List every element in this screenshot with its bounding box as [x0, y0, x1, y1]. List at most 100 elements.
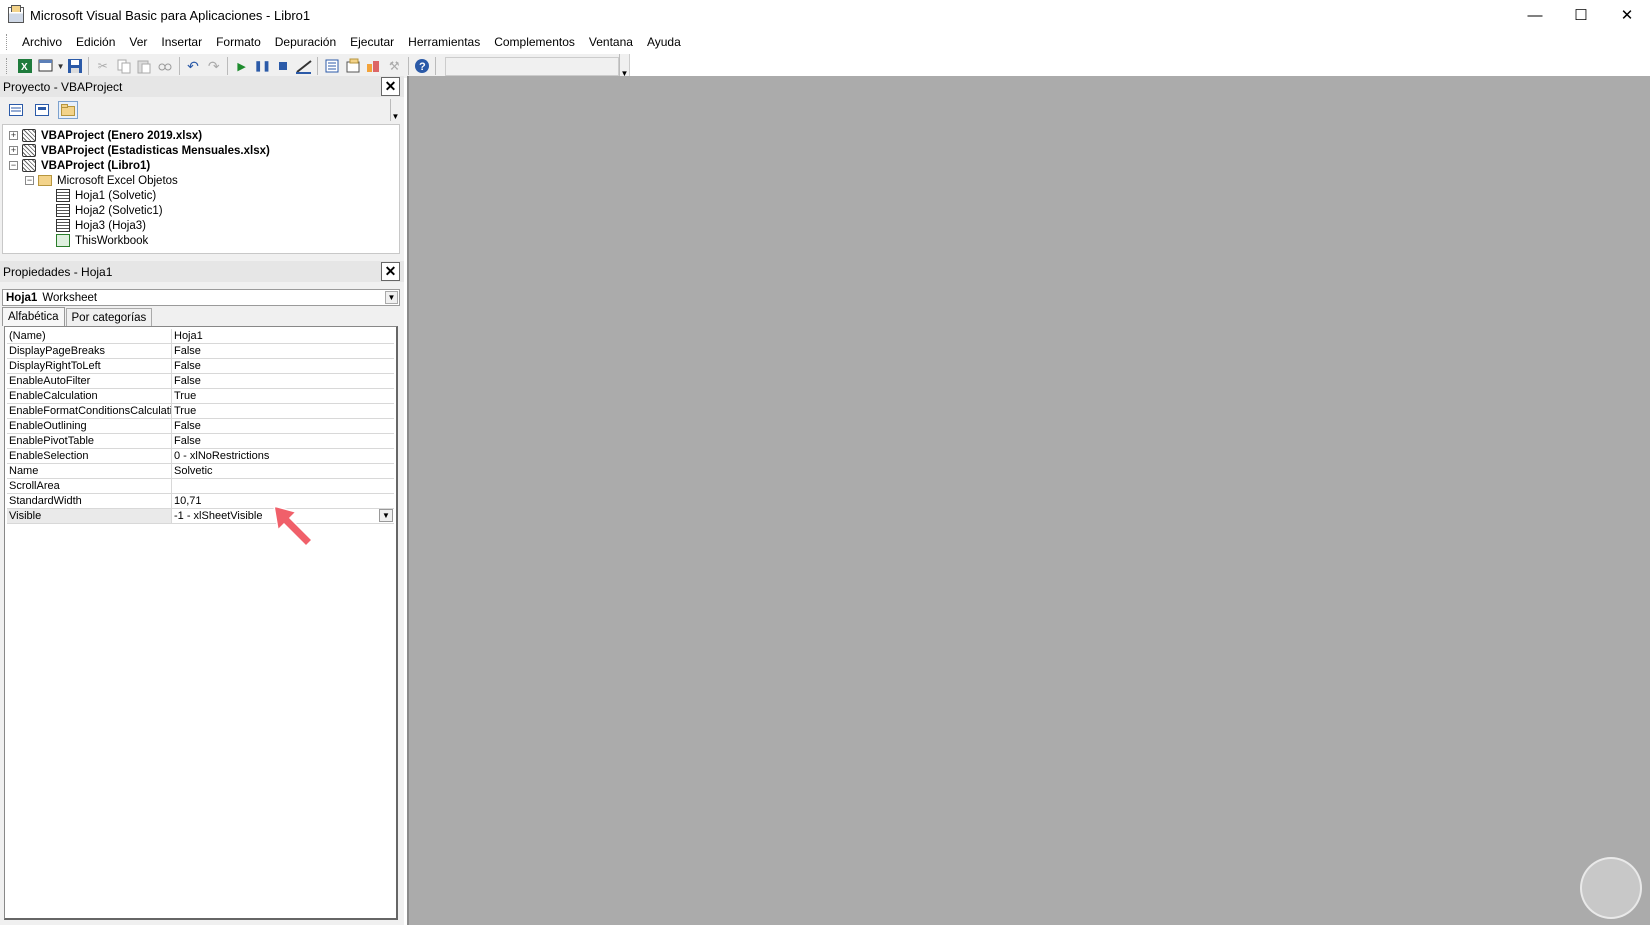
property-name: Visible [7, 509, 172, 523]
property-row[interactable]: EnableAutoFilter False [7, 374, 394, 389]
collapse-icon[interactable]: − [25, 176, 34, 185]
menu-ver[interactable]: Ver [122, 30, 154, 54]
menu-depuracion[interactable]: Depuración [268, 30, 343, 54]
properties-icon[interactable] [342, 56, 363, 76]
help-icon[interactable]: ? [412, 56, 433, 76]
menu-formato[interactable]: Formato [209, 30, 268, 54]
svg-text:?: ? [419, 61, 426, 73]
property-row[interactable]: EnableOutlining False [7, 419, 394, 434]
title-bar: Microsoft Visual Basic para Aplicaciones… [0, 0, 1650, 30]
expand-icon[interactable]: + [9, 146, 18, 155]
property-row[interactable]: (Name) Hoja1 [7, 329, 394, 344]
tree-item-thisworkbook[interactable]: ThisWorkbook [3, 233, 399, 248]
code-workspace[interactable] [407, 76, 1650, 925]
close-project-panel-icon[interactable]: ✕ [381, 77, 400, 96]
close-properties-panel-icon[interactable]: ✕ [381, 262, 400, 281]
property-value[interactable]: False [172, 344, 394, 358]
vba-project-icon [22, 144, 36, 157]
close-icon[interactable]: ✕ [1604, 0, 1650, 30]
save-icon[interactable] [65, 56, 86, 76]
expand-icon[interactable]: + [9, 131, 18, 140]
property-value[interactable]: False [172, 434, 394, 448]
find-icon[interactable] [155, 56, 176, 76]
tab-alfabetica[interactable]: Alfabética [2, 307, 65, 326]
menu-archivo[interactable]: Archivo [15, 30, 69, 54]
property-row[interactable]: EnablePivotTable False [7, 434, 394, 449]
project-panel-title: Proyecto - VBAProject [3, 79, 123, 94]
tree-item-label: Hoja1 (Solvetic) [75, 189, 157, 202]
property-row[interactable]: DisplayPageBreaks False [7, 344, 394, 359]
tree-item-label: VBAProject (Estadisticas Mensuales.xlsx) [41, 144, 270, 157]
toggle-folders-icon[interactable] [58, 101, 78, 119]
tree-item-libro1[interactable]: − VBAProject (Libro1) [3, 158, 399, 173]
property-row[interactable]: DisplayRightToLeft False [7, 359, 394, 374]
property-row[interactable]: Name Solvetic [7, 464, 394, 479]
property-row[interactable]: EnableCalculation True [7, 389, 394, 404]
tree-item-enero[interactable]: + VBAProject (Enero 2019.xlsx) [3, 128, 399, 143]
chevron-down-icon[interactable]: ▼ [379, 509, 393, 522]
copy-icon[interactable] [113, 56, 134, 76]
paste-icon[interactable] [134, 56, 155, 76]
view-object-icon[interactable] [32, 101, 52, 119]
visible-value-text: -1 - xlSheetVisible [174, 510, 263, 522]
property-value[interactable]: False [172, 374, 394, 388]
undo-icon[interactable]: ↶ [183, 56, 204, 76]
property-name: StandardWidth [7, 494, 172, 508]
menu-edicion[interactable]: Edición [69, 30, 122, 54]
property-value[interactable]: 0 - xlNoRestrictions [172, 449, 394, 463]
property-row[interactable]: ScrollArea [7, 479, 394, 494]
dropdown-arrow-icon[interactable]: ▼ [57, 56, 65, 76]
menu-ayuda[interactable]: Ayuda [640, 30, 688, 54]
tree-item-hoja2[interactable]: Hoja2 (Solvetic1) [3, 203, 399, 218]
menu-ejecutar[interactable]: Ejecutar [343, 30, 401, 54]
object-browser-icon[interactable] [363, 56, 384, 76]
project-toolbar-options-icon[interactable]: ▼ [390, 99, 400, 121]
insert-userform-icon[interactable] [36, 56, 57, 76]
maximize-icon[interactable]: ☐ [1558, 0, 1604, 30]
collapse-icon[interactable]: − [9, 161, 18, 170]
property-name: EnableSelection [7, 449, 172, 463]
menu-complementos[interactable]: Complementos [487, 30, 582, 54]
menu-ventana[interactable]: Ventana [582, 30, 640, 54]
sheet-icon [56, 189, 70, 202]
view-code-icon[interactable] [6, 101, 26, 119]
property-row[interactable]: EnableFormatConditionsCalculation True [7, 404, 394, 419]
toolbar-options-icon[interactable]: ▼ [618, 54, 629, 78]
design-mode-icon[interactable] [294, 56, 315, 76]
tree-item-estadisticas[interactable]: + VBAProject (Estadisticas Mensuales.xls… [3, 143, 399, 158]
redo-icon[interactable]: ↷ [203, 56, 224, 76]
object-name: Hoja1 [6, 291, 38, 304]
toolbox-icon[interactable]: ⚒ [384, 56, 405, 76]
tree-item-excel-objetos[interactable]: − Microsoft Excel Objetos [3, 173, 399, 188]
tree-item-hoja1[interactable]: Hoja1 (Solvetic) [3, 188, 399, 203]
property-row[interactable]: StandardWidth 10,71 [7, 494, 394, 509]
line-column-display [445, 56, 619, 76]
tree-item-hoja3[interactable]: Hoja3 (Hoja3) [3, 218, 399, 233]
folder-icon [38, 175, 52, 186]
cut-icon[interactable]: ✂ [92, 56, 113, 76]
property-value[interactable]: True [172, 389, 394, 403]
chevron-down-icon[interactable]: ▼ [385, 291, 398, 304]
property-value[interactable]: Hoja1 [172, 329, 394, 343]
tab-por-categorias[interactable]: Por categorías [65, 308, 153, 326]
stop-icon[interactable] [273, 56, 294, 76]
pause-icon[interactable]: ❚❚ [252, 56, 273, 76]
property-row[interactable]: EnableSelection 0 - xlNoRestrictions [7, 449, 394, 464]
properties-tabs: Alfabética Por categorías [2, 307, 400, 326]
property-name: DisplayPageBreaks [7, 344, 172, 358]
property-value[interactable]: False [172, 419, 394, 433]
property-value[interactable] [172, 479, 394, 493]
minimize-icon[interactable]: — [1512, 0, 1558, 30]
property-value[interactable]: True [172, 404, 394, 418]
excel-icon[interactable]: X [15, 56, 36, 76]
property-name: ScrollArea [7, 479, 172, 493]
property-value[interactable]: False [172, 359, 394, 373]
property-row-visible[interactable]: Visible -1 - xlSheetVisible ▼ [7, 509, 394, 524]
menu-herramientas[interactable]: Herramientas [401, 30, 487, 54]
object-selector[interactable]: Hoja1 Worksheet ▼ [2, 289, 400, 306]
property-value[interactable]: Solvetic [172, 464, 394, 478]
toolbar-separator [227, 57, 229, 75]
run-icon[interactable]: ▶ [231, 56, 252, 76]
project-explorer-icon[interactable] [321, 56, 342, 76]
menu-insertar[interactable]: Insertar [154, 30, 209, 54]
